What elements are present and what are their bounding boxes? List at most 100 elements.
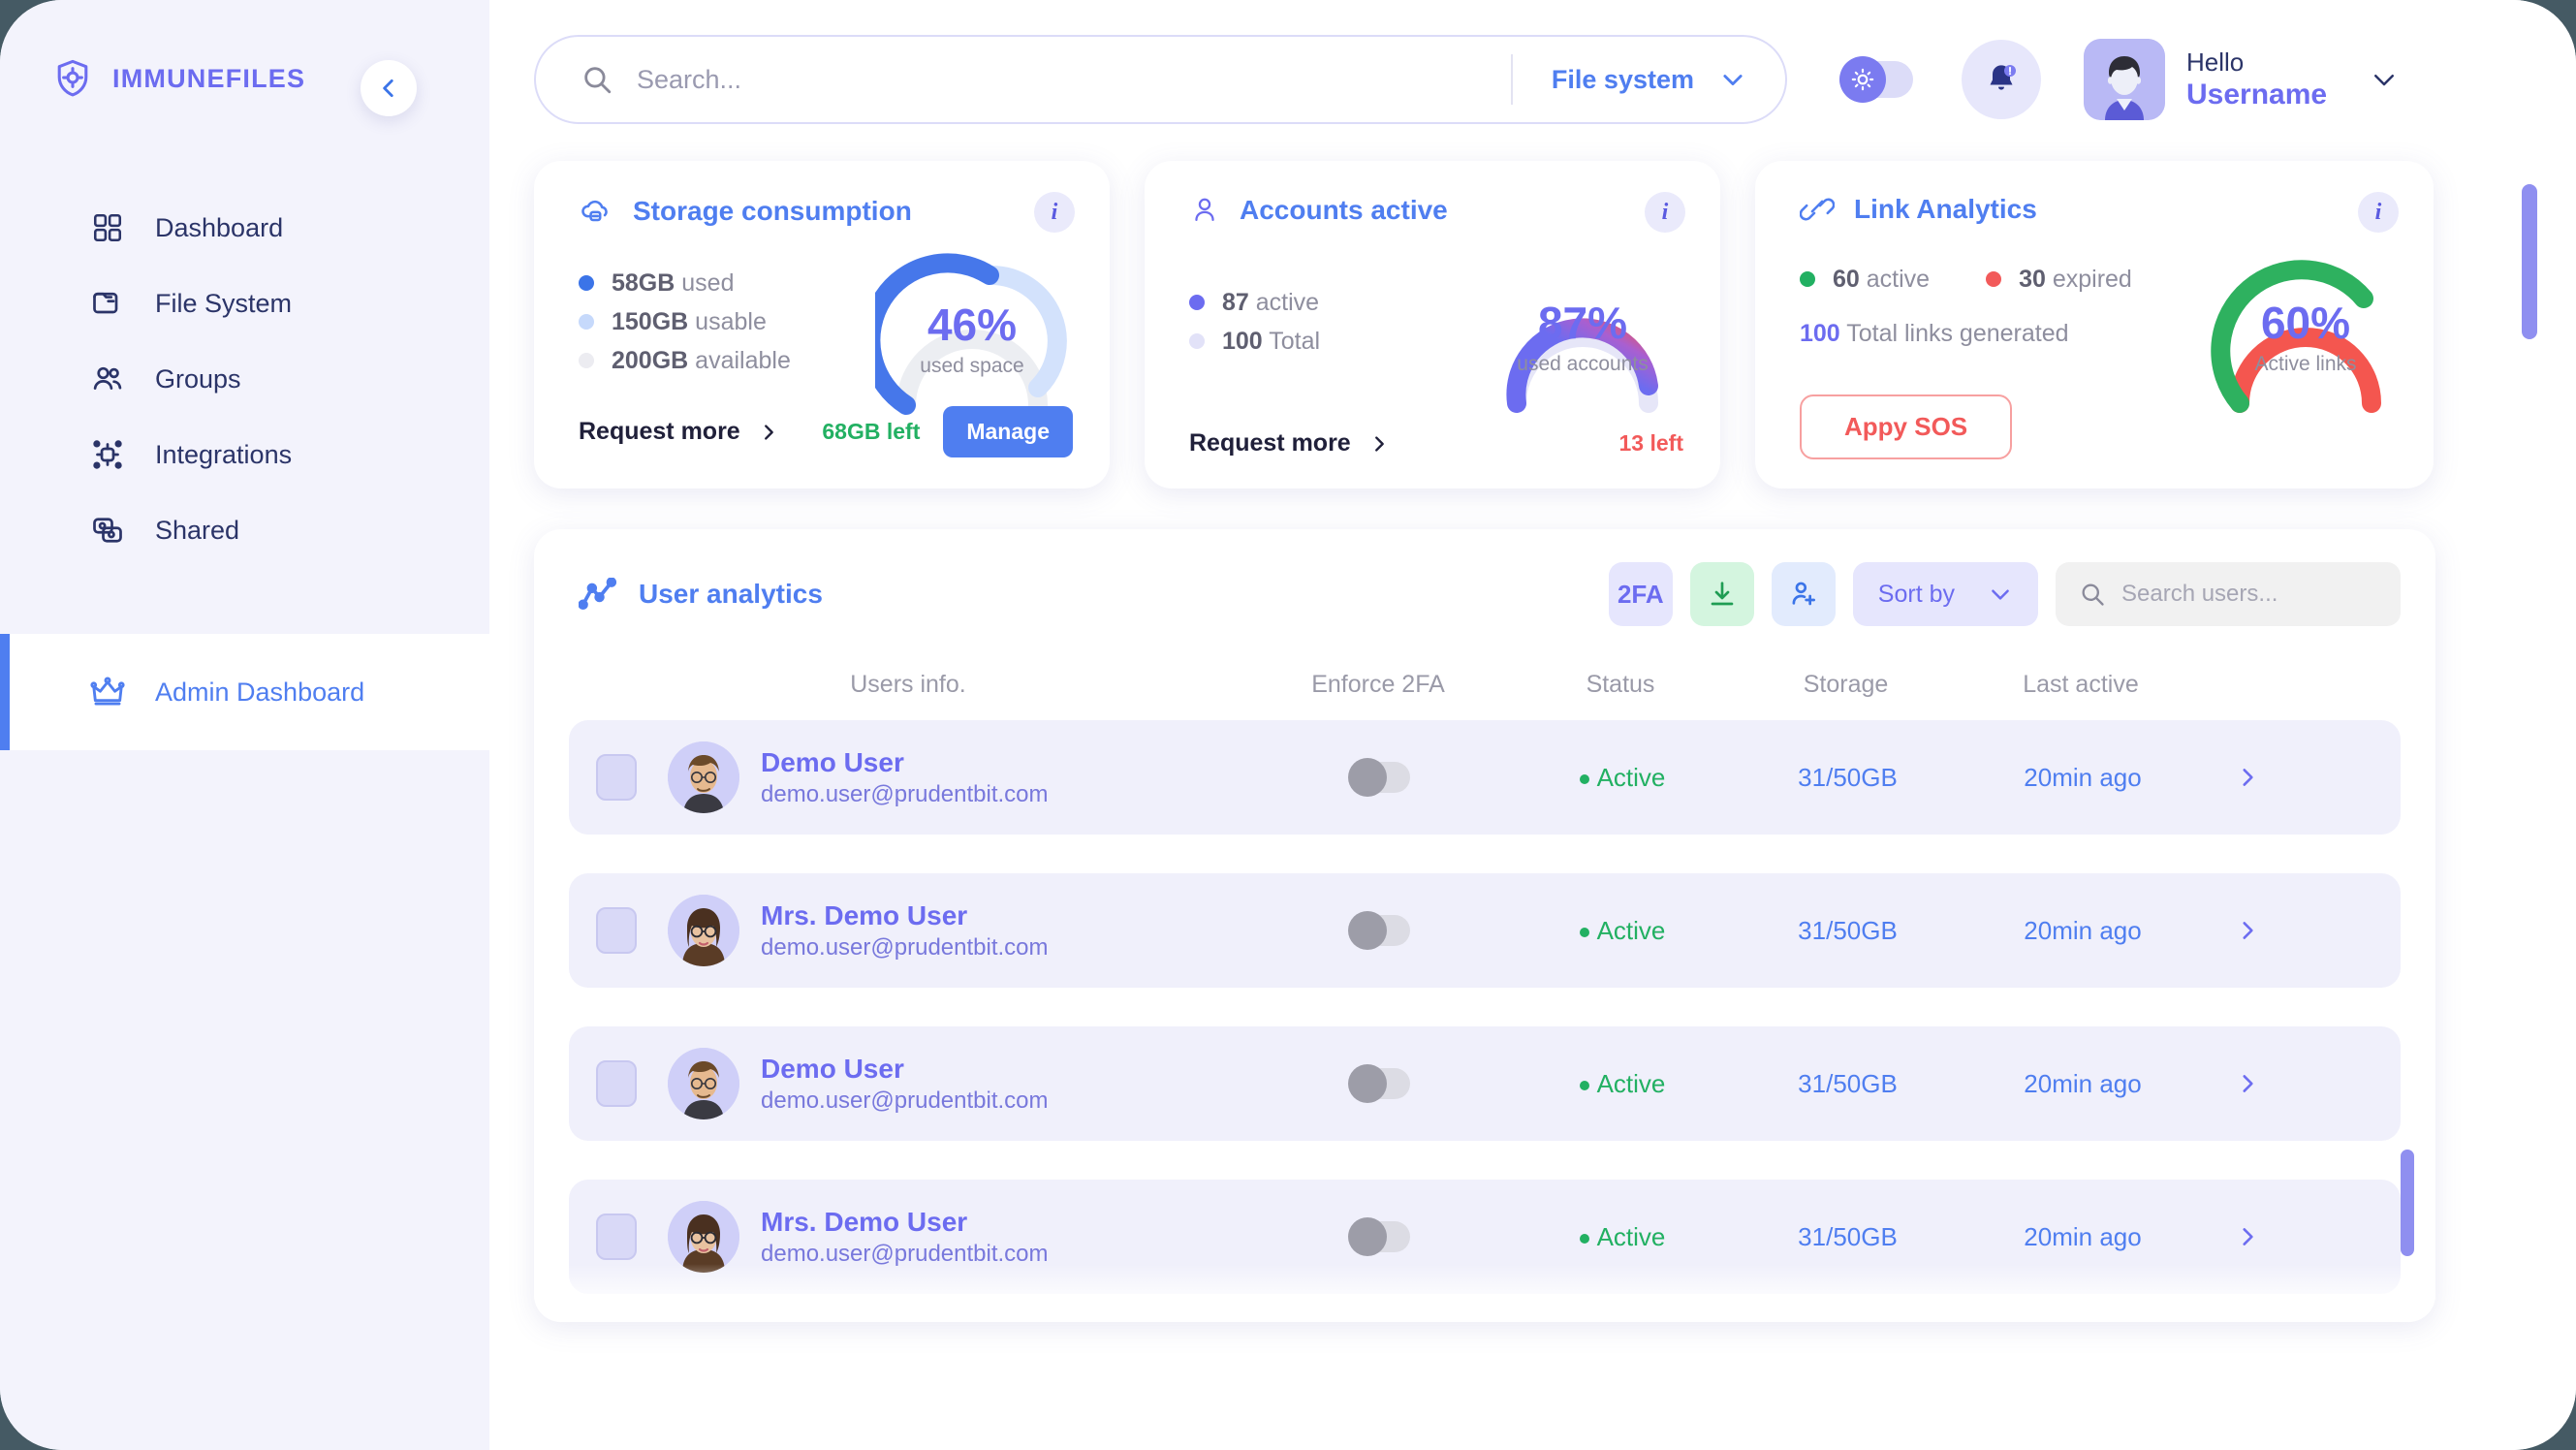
request-more-label: Request more	[1189, 429, 1351, 457]
user-search-input[interactable]	[2121, 581, 2377, 608]
notifications-button[interactable]	[1962, 40, 2041, 119]
enforce-2fa-button[interactable]: 2FA	[1608, 562, 1673, 626]
accounts-left-note: 13 left	[1618, 430, 1683, 456]
username-text: Username	[2186, 78, 2328, 110]
table-header-row: Users info. Enforce 2FA Status Storage L…	[569, 671, 2401, 699]
search-scope-select[interactable]: File system	[1513, 65, 1785, 95]
sidebar-admin-section: Admin Dashboard	[0, 634, 489, 750]
app-window: IMMUNEFILES Dashboard File System Groups…	[0, 0, 2576, 1450]
crown-icon	[89, 674, 126, 710]
card-title: Accounts active	[1240, 195, 1448, 225]
enforce-2fa-toggle[interactable]	[1348, 911, 1410, 950]
search-input[interactable]	[613, 64, 1511, 95]
links-gauge-percent: 60%	[2260, 298, 2351, 348]
sidebar-item-file-system[interactable]: File System	[0, 266, 489, 341]
apply-sos-button[interactable]: Appy SOS	[1800, 394, 2013, 459]
row-user-email: demo.user@prudentbit.com	[761, 1240, 1049, 1267]
table-row[interactable]: Mrs. Demo User demo.user@prudentbit.com …	[569, 873, 2401, 988]
info-icon[interactable]: i	[2358, 192, 2399, 233]
request-more-label: Request more	[579, 418, 740, 445]
row-open-button[interactable]	[2204, 1071, 2291, 1096]
info-icon[interactable]: i	[1034, 192, 1075, 233]
sort-by-select[interactable]: Sort by	[1852, 562, 2038, 626]
avatar-woman-icon	[668, 1201, 739, 1273]
sos-wrapper: Appy SOS	[1800, 394, 2013, 459]
row-checkbox[interactable]	[596, 754, 637, 801]
request-more-link[interactable]: Request more	[1189, 429, 1390, 457]
enforce-2fa-toggle[interactable]	[1348, 1064, 1410, 1103]
2fa-icon: 2FA	[1617, 579, 1664, 609]
sidebar-item-shared[interactable]: Shared	[0, 492, 489, 568]
sidebar-item-dashboard[interactable]: Dashboard	[0, 190, 489, 266]
row-open-button[interactable]	[2204, 918, 2291, 943]
enforce-2fa-toggle[interactable]	[1348, 1217, 1410, 1256]
sidebar-item-integrations[interactable]: Integrations	[0, 417, 489, 492]
row-status: Active	[1511, 1069, 1734, 1099]
legend-label: 30 expired	[2019, 265, 2132, 293]
link-icon	[1800, 195, 1835, 224]
card-title: Link Analytics	[1854, 194, 2037, 224]
status-label: Active	[1596, 915, 1666, 945]
row-checkbox[interactable]	[596, 1060, 637, 1107]
download-button[interactable]	[1689, 562, 1754, 626]
main-content: File system	[489, 0, 2576, 1450]
chevron-down-icon	[1988, 582, 2013, 607]
request-more-link[interactable]: Request more	[579, 418, 779, 446]
enforce-2fa-toggle[interactable]	[1348, 758, 1410, 797]
legend-label: 58GB used	[612, 268, 735, 297]
theme-toggle[interactable]	[1839, 56, 1913, 103]
row-checkbox[interactable]	[596, 907, 637, 954]
storage-left-note: 68GB left	[822, 419, 921, 444]
row-checkbox[interactable]	[596, 1214, 637, 1260]
table-row[interactable]: Demo User demo.user@prudentbit.com Activ…	[569, 720, 2401, 835]
row-open-button[interactable]	[2204, 1224, 2291, 1249]
add-user-icon	[1788, 579, 1819, 610]
sidebar-item-admin-dashboard[interactable]: Admin Dashboard	[0, 634, 489, 750]
row-user-text: Mrs. Demo User demo.user@prudentbit.com	[761, 898, 1049, 962]
legend-dot	[1189, 295, 1205, 310]
page-scrollbar-thumb[interactable]	[2522, 184, 2537, 339]
user-menu[interactable]: Hello Username	[2084, 39, 2399, 120]
row-user-text: Mrs. Demo User demo.user@prudentbit.com	[761, 1205, 1049, 1269]
sort-by-label: Sort by	[1877, 580, 1955, 608]
legend-dot	[1189, 333, 1205, 349]
info-icon[interactable]: i	[1645, 192, 1685, 233]
column-header-status: Status	[1586, 671, 1655, 698]
card-header: Accounts active	[1189, 194, 1683, 227]
row-user-cell: Demo User demo.user@prudentbit.com	[637, 741, 1249, 813]
table-scrollbar-thumb[interactable]	[2401, 1150, 2414, 1256]
row-user-cell: Mrs. Demo User demo.user@prudentbit.com	[637, 895, 1249, 966]
status-dot	[1579, 1080, 1589, 1090]
row-storage: 31/50GB	[1798, 1068, 1898, 1098]
sidebar: IMMUNEFILES Dashboard File System Groups…	[0, 0, 489, 1450]
links-gauge-sublabel: Active links	[2254, 353, 2357, 375]
table-row[interactable]: Mrs. Demo User demo.user@prudentbit.com …	[569, 1180, 2401, 1294]
user-search-box	[2056, 562, 2401, 626]
add-user-button[interactable]	[1771, 562, 1836, 626]
status-dot	[1579, 773, 1589, 784]
legend-label: 60 active	[1833, 265, 1931, 293]
folder-icon	[89, 285, 126, 322]
row-open-button[interactable]	[2204, 765, 2291, 790]
accounts-gauge-sublabel: used accounts	[1517, 353, 1649, 375]
card-header: Storage consumption	[579, 194, 1073, 229]
status-label: Active	[1596, 1221, 1666, 1251]
toggle-knob	[1348, 758, 1387, 797]
users-icon	[89, 361, 126, 397]
manage-button[interactable]: Manage	[943, 406, 1073, 457]
card-footer: Request more 13 left	[1189, 429, 1683, 457]
user-analytics-header: User analytics 2FA Sort by Search users.…	[569, 562, 2401, 626]
row-status: Active	[1511, 1222, 1734, 1252]
sidebar-collapse-button[interactable]	[361, 60, 417, 116]
sidebar-item-label: Shared	[155, 515, 240, 545]
brand-name: IMMUNEFILES	[112, 63, 306, 93]
toggle-knob	[1348, 1217, 1387, 1256]
sidebar-item-label: Admin Dashboard	[155, 677, 365, 707]
legend-dot	[579, 275, 594, 291]
line-chart-icon	[579, 578, 617, 611]
table-row[interactable]: Demo User demo.user@prudentbit.com Activ…	[569, 1026, 2401, 1141]
chevron-right-icon	[2235, 765, 2260, 790]
row-last-active: 20min ago	[2024, 762, 2142, 792]
sidebar-item-groups[interactable]: Groups	[0, 341, 489, 417]
row-user-text: Demo User demo.user@prudentbit.com	[761, 745, 1049, 809]
